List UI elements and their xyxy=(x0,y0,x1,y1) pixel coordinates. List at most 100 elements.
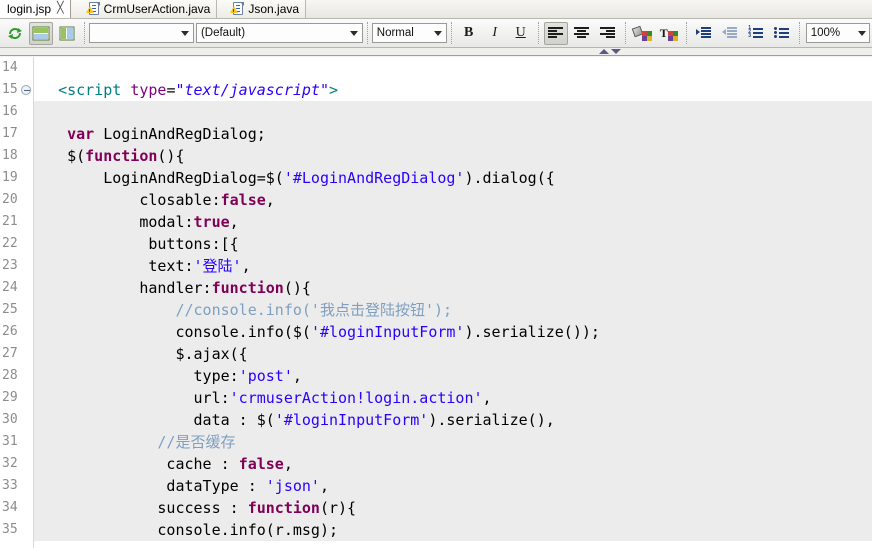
code-line[interactable]: console.info($('#loginInputForm').serial… xyxy=(34,321,872,343)
code-text-area[interactable]: <script type="text/javascript"> var Logi… xyxy=(34,57,872,548)
text-color-button[interactable]: T xyxy=(657,22,681,45)
code-line[interactable]: handler:function(){ xyxy=(34,277,872,299)
code-line[interactable]: //console.info('我点击登陆按钮'); xyxy=(34,299,872,321)
code-line[interactable] xyxy=(34,57,872,79)
line-number-text: 15 xyxy=(2,82,18,97)
tab-label: login.jsp xyxy=(7,1,52,16)
font-family-combo[interactable] xyxy=(89,23,194,43)
code-line[interactable]: modal:true, xyxy=(34,211,872,233)
code-line[interactable]: text:'登陆', xyxy=(34,255,872,277)
toolbar-group-lists: 123 xyxy=(691,20,795,46)
line-number: 32 xyxy=(2,456,18,471)
source-editor[interactable]: 14 15 16 17 18 19 20 21 22 23 24 25 26 2… xyxy=(0,57,872,548)
tab-label: CrmUserAction.java xyxy=(103,1,211,16)
code-fold-collapse-icon[interactable] xyxy=(21,85,31,95)
line-number: 18 xyxy=(2,148,18,163)
layout-vertical-split-icon[interactable] xyxy=(55,22,79,45)
line-number: 27 xyxy=(2,346,18,361)
tab-json-java[interactable]: Json.java xyxy=(217,0,307,18)
unordered-list-button[interactable] xyxy=(770,22,794,45)
ordered-list-button[interactable]: 123 xyxy=(744,22,768,45)
layout-horizontal-split-svg xyxy=(32,26,50,40)
underline-button[interactable]: U xyxy=(509,22,533,45)
line-number: 15 xyxy=(0,79,33,101)
line-number: 29 xyxy=(2,390,18,405)
code-line[interactable]: //是否缓存 xyxy=(34,431,872,453)
code-line[interactable]: success : function(r){ xyxy=(34,497,872,519)
line-number: 28 xyxy=(2,368,18,383)
code-line[interactable]: closable:false, xyxy=(34,189,872,211)
editor-tab-bar: login.jsp ╳ CrmUserAction.java Json.java xyxy=(0,0,872,19)
line-number: 26 xyxy=(2,324,18,339)
line-number: 21 xyxy=(2,214,18,229)
layout-horizontal-split-icon[interactable] xyxy=(29,21,53,45)
line-number: 33 xyxy=(2,478,18,493)
code-line[interactable]: $(function(){ xyxy=(34,145,872,167)
align-center-button[interactable] xyxy=(570,22,594,45)
close-icon[interactable]: ╳ xyxy=(57,3,64,14)
refresh-icon[interactable] xyxy=(3,22,27,45)
chevron-down-icon[interactable] xyxy=(178,24,193,42)
code-line[interactable]: buttons:[{ xyxy=(34,233,872,255)
tab-crmuseraction-java[interactable]: CrmUserAction.java xyxy=(70,0,218,18)
refresh-icon-svg xyxy=(8,27,22,39)
block-format-combo[interactable]: Normal xyxy=(371,23,447,43)
code-line[interactable]: url:'crmuserAction!login.action', xyxy=(34,387,872,409)
toolbar-group-text-style: B I U xyxy=(456,20,534,46)
align-left-button[interactable] xyxy=(543,21,568,45)
fill-color-icon xyxy=(631,25,652,41)
toolbar-separator xyxy=(537,22,539,44)
indent-increase-button[interactable] xyxy=(692,22,716,45)
toolbar-overflow-chevrons[interactable] xyxy=(595,47,625,56)
toolbar-separator xyxy=(84,22,85,44)
line-number-gutter: 14 15 16 17 18 19 20 21 22 23 24 25 26 2… xyxy=(0,57,34,548)
formatting-toolbar: (Default) Normal B I U T 1 2 3 100% xyxy=(0,19,872,54)
align-right-icon xyxy=(600,27,616,39)
chevron-down-icon[interactable] xyxy=(431,24,446,42)
zoom-level-combo[interactable]: 100% xyxy=(805,23,870,43)
chevron-up-icon[interactable] xyxy=(599,49,609,54)
code-line[interactable]: dataType : 'json', xyxy=(34,475,872,497)
align-right-button[interactable] xyxy=(596,22,620,45)
code-line[interactable]: data : $('#loginInputForm').serialize(), xyxy=(34,409,872,431)
toolbar-group-colors: T xyxy=(630,20,682,46)
code-line[interactable]: console.info(r.msg); xyxy=(34,519,872,541)
paragraph-style-combo[interactable]: (Default) xyxy=(195,23,363,43)
indent-decrease-button[interactable] xyxy=(718,22,742,45)
code-line[interactable] xyxy=(34,101,872,123)
editor-top-ruler xyxy=(0,48,872,56)
code-line[interactable]: type:'post', xyxy=(34,365,872,387)
chevron-down-icon[interactable] xyxy=(611,49,621,54)
line-number: 24 xyxy=(2,280,18,295)
line-number: 35 xyxy=(2,522,18,537)
code-line[interactable]: <script type="text/javascript"> xyxy=(34,79,872,101)
line-number: 23 xyxy=(2,258,18,273)
toolbar-group-alignment xyxy=(543,20,621,46)
line-number: 16 xyxy=(2,104,18,119)
unordered-list-icon xyxy=(774,27,790,39)
align-left-icon xyxy=(548,27,564,39)
line-number: 19 xyxy=(2,170,18,185)
toolbar-separator xyxy=(798,22,800,44)
ordered-list-icon: 123 xyxy=(748,26,764,39)
underline-label: U xyxy=(515,25,526,40)
line-number: 17 xyxy=(2,126,18,141)
chevron-down-icon[interactable] xyxy=(854,24,869,42)
line-number: 22 xyxy=(2,236,18,251)
chevron-down-icon[interactable] xyxy=(347,24,362,42)
fill-color-button[interactable] xyxy=(631,22,655,45)
code-line[interactable]: $.ajax({ xyxy=(34,343,872,365)
text-color-icon: T xyxy=(660,26,678,41)
bold-button[interactable]: B xyxy=(457,22,481,45)
eclipse-editor-window: login.jsp ╳ CrmUserAction.java Json.java xyxy=(0,0,872,548)
code-line[interactable]: var LoginAndRegDialog; xyxy=(34,123,872,145)
italic-label: I xyxy=(492,25,498,40)
line-number: 20 xyxy=(2,192,18,207)
line-number: 31 xyxy=(2,434,18,449)
line-number: 14 xyxy=(2,60,18,75)
code-line[interactable]: LoginAndRegDialog=$('#LoginAndRegDialog'… xyxy=(34,167,872,189)
italic-button[interactable]: I xyxy=(483,22,507,45)
tab-login-jsp[interactable]: login.jsp ╳ xyxy=(0,0,71,18)
code-line[interactable]: cache : false, xyxy=(34,453,872,475)
line-number: 25 xyxy=(2,302,18,317)
